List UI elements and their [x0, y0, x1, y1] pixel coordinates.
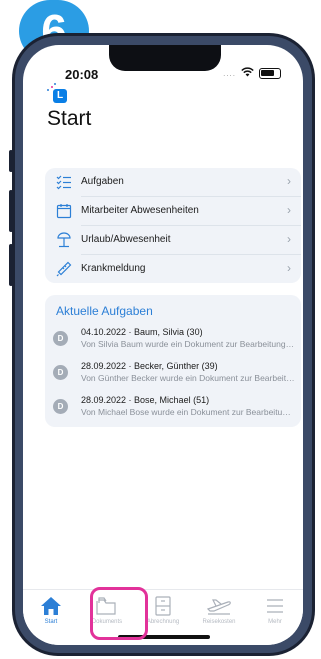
menu-item-aufgaben[interactable]: Aufgaben › [45, 168, 301, 196]
task-item[interactable]: D 28.09.2022 · Becker, Günther (39) Von … [45, 358, 301, 388]
document-badge: D [53, 365, 68, 380]
document-badge: D [53, 331, 68, 346]
page-title: Start [47, 107, 92, 130]
signal-icon: .... [223, 68, 236, 78]
phone-screen: 20:08 .... L Start Aufgaben › Mitarbeite… [23, 45, 303, 645]
current-tasks-title: Aktuelle Aufgaben [56, 304, 153, 318]
menu-item-label: Urlaub/Abwesenheit [81, 234, 171, 245]
beach-umbrella-icon [56, 232, 72, 248]
home-icon [23, 596, 79, 618]
checklist-icon [56, 174, 72, 190]
current-tasks-card: Aktuelle Aufgaben D 04.10.2022 · Baum, S… [45, 295, 301, 427]
tab-start[interactable]: Start [23, 596, 79, 632]
wifi-icon [241, 66, 254, 80]
task-title: 28.09.2022 · Bose, Michael (51) [81, 395, 210, 405]
chevron-right-icon: › [287, 261, 291, 275]
battery-icon [259, 67, 281, 79]
chevron-right-icon: › [287, 203, 291, 217]
task-item[interactable]: D 28.09.2022 · Bose, Michael (51) Von Mi… [45, 392, 301, 422]
menu-item-label: Mitarbeiter Abwesenheiten [81, 205, 199, 216]
menu-item-urlaub-abwesenheit[interactable]: Urlaub/Abwesenheit › [45, 226, 301, 254]
camera-notch [109, 45, 221, 71]
task-title: 28.09.2022 · Becker, Günther (39) [81, 361, 218, 371]
tab-mehr[interactable]: Mehr [247, 596, 303, 632]
menu-icon [247, 596, 303, 618]
tab-reisekosten[interactable]: Reisekosten [191, 596, 247, 632]
chevron-right-icon: › [287, 174, 291, 188]
app-logo: L [53, 89, 67, 103]
tab-label: Start [44, 619, 58, 625]
task-subtitle: Von Silvia Baum wurde ein Dokument zur B… [81, 339, 295, 349]
airplane-icon [191, 596, 247, 618]
thermometer-icon [56, 261, 72, 277]
calendar-icon [56, 203, 72, 219]
status-indicators: .... [223, 66, 281, 80]
task-subtitle: Von Michael Bose wurde ein Dokument zur … [81, 407, 295, 417]
menu-item-mitarbeiter-abwesenheiten[interactable]: Mitarbeiter Abwesenheiten › [45, 197, 301, 225]
task-subtitle: Von Günther Becker wurde ein Dokument zu… [81, 373, 295, 383]
menu-item-krankmeldung[interactable]: Krankmeldung › [45, 255, 301, 283]
document-badge: D [53, 399, 68, 414]
task-title: 04.10.2022 · Baum, Silvia (30) [81, 327, 203, 337]
chevron-right-icon: › [287, 232, 291, 246]
dokuments-tab-highlight [90, 587, 148, 640]
task-item[interactable]: D 04.10.2022 · Baum, Silvia (30) Von Sil… [45, 324, 301, 354]
status-time: 20:08 [65, 67, 99, 82]
menu-item-label: Krankmeldung [81, 263, 146, 274]
menu-card: Aufgaben › Mitarbeiter Abwesenheiten › U… [45, 168, 301, 283]
menu-item-label: Aufgaben [81, 176, 124, 187]
tab-label: Reisekosten [202, 619, 236, 625]
tab-label: Mehr [268, 619, 282, 625]
